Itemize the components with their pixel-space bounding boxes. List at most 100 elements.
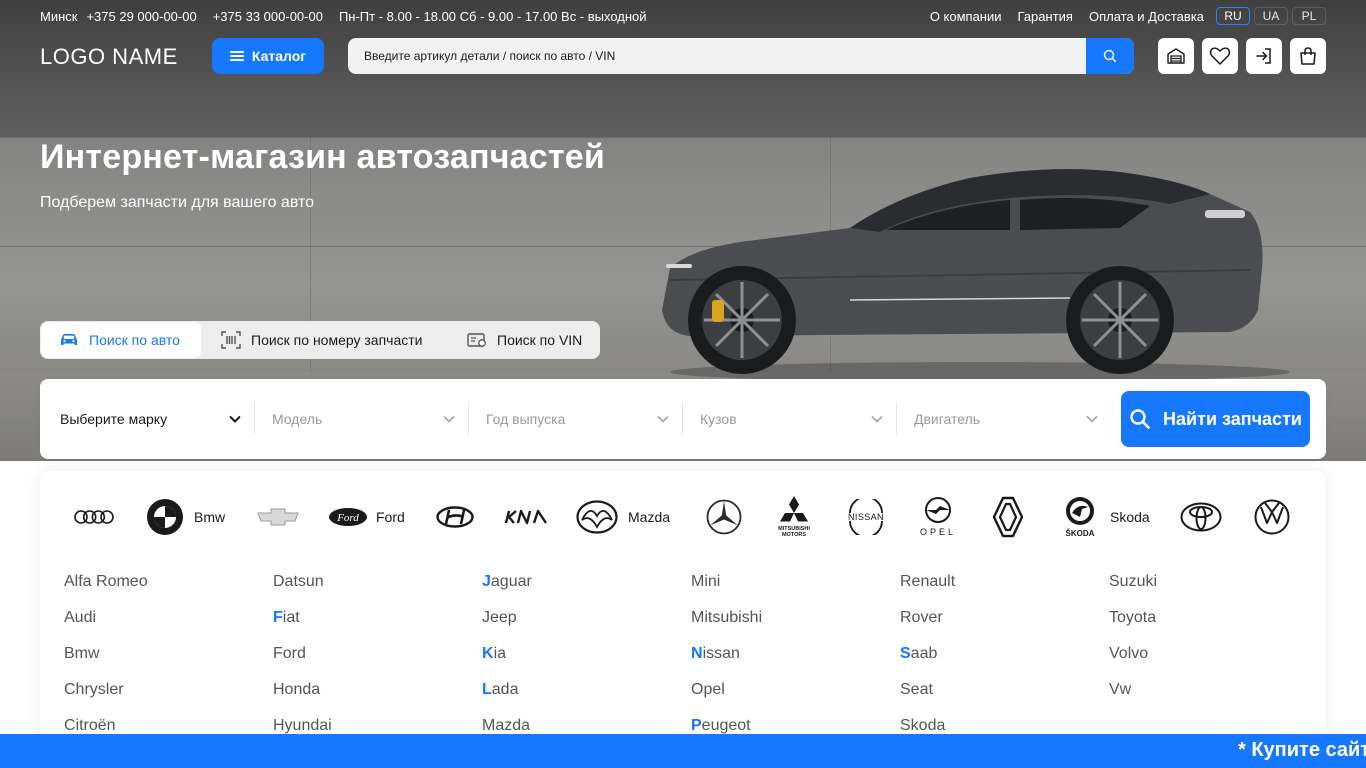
brand-logo-kia[interactable]: [504, 495, 548, 539]
city-selector[interactable]: Минск: [40, 9, 77, 24]
brand-link[interactable]: Suzuki: [1109, 572, 1309, 608]
brand-logo-mazda[interactable]: Mazda: [576, 495, 670, 539]
brand-link[interactable]: Chrysler: [64, 680, 264, 716]
brand-logo-nissan[interactable]: NISSAN: [845, 495, 887, 539]
brand-link[interactable]: Renault: [900, 572, 1100, 608]
skoda-logo: ŠKODA: [1066, 497, 1095, 538]
bmw-logo: [147, 499, 183, 535]
login-button[interactable]: [1246, 38, 1282, 74]
brand-link[interactable]: Toyota: [1109, 608, 1309, 644]
year-select[interactable]: Год выпуска: [469, 403, 683, 435]
brand-link[interactable]: Ford: [273, 644, 473, 680]
brand-logo-label: Ford: [376, 509, 405, 525]
search-input[interactable]: [348, 38, 1086, 74]
kia-logo: [504, 509, 547, 525]
brand-logo-mercedes[interactable]: [706, 495, 742, 539]
brand-link[interactable]: Alfa Romeo: [64, 572, 264, 608]
brand-logo-label: Mazda: [628, 509, 671, 525]
brand-link[interactable]: Seat: [900, 680, 1100, 716]
brand-logo-opel[interactable]: OPEL: [916, 495, 960, 539]
brand-logo-renault[interactable]: [992, 495, 1024, 539]
brand-link[interactable]: Opel: [691, 680, 891, 716]
brand-link[interactable]: Fiat: [273, 608, 473, 644]
find-parts-label: Найти запчасти: [1163, 408, 1302, 429]
heart-icon: [1209, 47, 1231, 65]
svg-text:OPEL: OPEL: [920, 527, 956, 537]
chevron-down-icon: [657, 415, 669, 423]
search-icon: [1103, 49, 1117, 63]
brand-logo-chevrolet[interactable]: [256, 495, 300, 539]
find-parts-button[interactable]: Найти запчасти: [1121, 391, 1310, 447]
svg-text:MOTORS: MOTORS: [782, 532, 806, 538]
brand-link[interactable]: Honda: [273, 680, 473, 716]
brand-column: Jaguar Jeep Kia Lada Mazda: [482, 572, 682, 752]
brand-column: Suzuki Toyota Volvo Vw: [1109, 572, 1309, 716]
car-icon: [59, 332, 79, 348]
brand-logo-mitsubishi[interactable]: MITSUBISHI MOTORS: [776, 495, 812, 539]
lang-ua[interactable]: UA: [1254, 7, 1288, 25]
tab-search-by-car[interactable]: Поиск по авто: [41, 322, 201, 358]
favorites-button[interactable]: [1202, 38, 1238, 74]
brand-link[interactable]: Rover: [900, 608, 1100, 644]
catalog-label: Каталог: [251, 48, 307, 64]
body-select[interactable]: Кузов: [683, 403, 897, 435]
phone-link[interactable]: +375 33 000-00-00: [213, 9, 323, 24]
brand-link[interactable]: Nissan: [691, 644, 891, 680]
brand-select-value: Выберите марку: [60, 411, 168, 427]
brand-link[interactable]: Kia: [482, 644, 682, 680]
warranty-link[interactable]: Гарантия: [1018, 9, 1073, 24]
ford-logo: Ford: [329, 508, 367, 526]
payment-delivery-link[interactable]: Оплата и Доставка: [1089, 9, 1204, 24]
brand-logo-skoda[interactable]: ŠKODA Skoda: [1060, 495, 1150, 539]
mazda-logo: [576, 500, 618, 534]
tab-search-by-part-number[interactable]: Поиск по номеру запчасти: [201, 322, 447, 358]
brand-link[interactable]: Mini: [691, 572, 891, 608]
working-hours: Пн-Пт - 8.00 - 18.00 Сб - 9.00 - 17.00 В…: [338, 8, 647, 24]
brand-logo-ford[interactable]: Ford Ford: [328, 495, 405, 539]
brand-link[interactable]: Datsun: [273, 572, 473, 608]
engine-select[interactable]: Двигатель: [897, 403, 1111, 435]
brand-logo-audi[interactable]: [74, 495, 114, 539]
search-button[interactable]: [1086, 38, 1134, 74]
model-select-value: Модель: [272, 411, 323, 427]
brands-panel: Bmw Ford Ford Mazda MITSUBISHI MOTORS NI…: [40, 471, 1326, 768]
catalog-button[interactable]: Каталог: [212, 38, 324, 74]
opel-logo: OPEL: [920, 497, 956, 537]
top-bar: Минск +375 29 000-00-00 +375 33 000-00-0…: [40, 6, 1326, 26]
brand-logo-hyundai[interactable]: [436, 495, 474, 539]
brand-column: Renault Rover Saab Seat Skoda: [900, 572, 1100, 752]
brand-link[interactable]: Audi: [64, 608, 264, 644]
lang-ru[interactable]: RU: [1216, 7, 1250, 25]
login-icon: [1256, 48, 1271, 64]
brand-link[interactable]: Vw: [1109, 680, 1309, 716]
about-link[interactable]: О компании: [930, 9, 1002, 24]
brand-logo-toyota[interactable]: [1180, 495, 1222, 539]
promo-text: * Купите сайт: [1238, 739, 1366, 761]
brand-logo-label: Skoda: [1110, 509, 1150, 525]
brand-select[interactable]: Выберите марку: [56, 403, 255, 435]
phone-link[interactable]: +375 29 000-00-00: [86, 9, 196, 24]
brand-link[interactable]: Bmw: [64, 644, 264, 680]
body-select-value: Кузов: [700, 411, 737, 427]
brand-logo-volkswagen[interactable]: [1254, 495, 1290, 539]
brand-link[interactable]: Saab: [900, 644, 1100, 680]
cart-button[interactable]: [1290, 38, 1326, 74]
site-logo[interactable]: LOGO NAME: [40, 44, 178, 70]
chevrolet-logo: [257, 508, 299, 526]
nissan-logo: NISSAN: [848, 499, 884, 535]
tab-search-by-vin[interactable]: Поиск по VIN: [447, 322, 582, 358]
brand-logo-bmw[interactable]: Bmw: [146, 495, 225, 539]
chevron-down-icon: [871, 415, 883, 423]
brand-link[interactable]: Jeep: [482, 608, 682, 644]
audi-logo: [74, 510, 114, 524]
vin-card-icon: [467, 332, 487, 348]
brand-link[interactable]: Mitsubishi: [691, 608, 891, 644]
brand-link[interactable]: Jaguar: [482, 572, 682, 608]
search-icon: [1129, 408, 1151, 430]
brand-link[interactable]: Volvo: [1109, 644, 1309, 680]
model-select[interactable]: Модель: [255, 403, 469, 435]
lang-pl[interactable]: PL: [1292, 7, 1326, 25]
garage-button[interactable]: [1158, 38, 1194, 74]
volkswagen-logo: [1254, 499, 1290, 535]
brand-link[interactable]: Lada: [482, 680, 682, 716]
